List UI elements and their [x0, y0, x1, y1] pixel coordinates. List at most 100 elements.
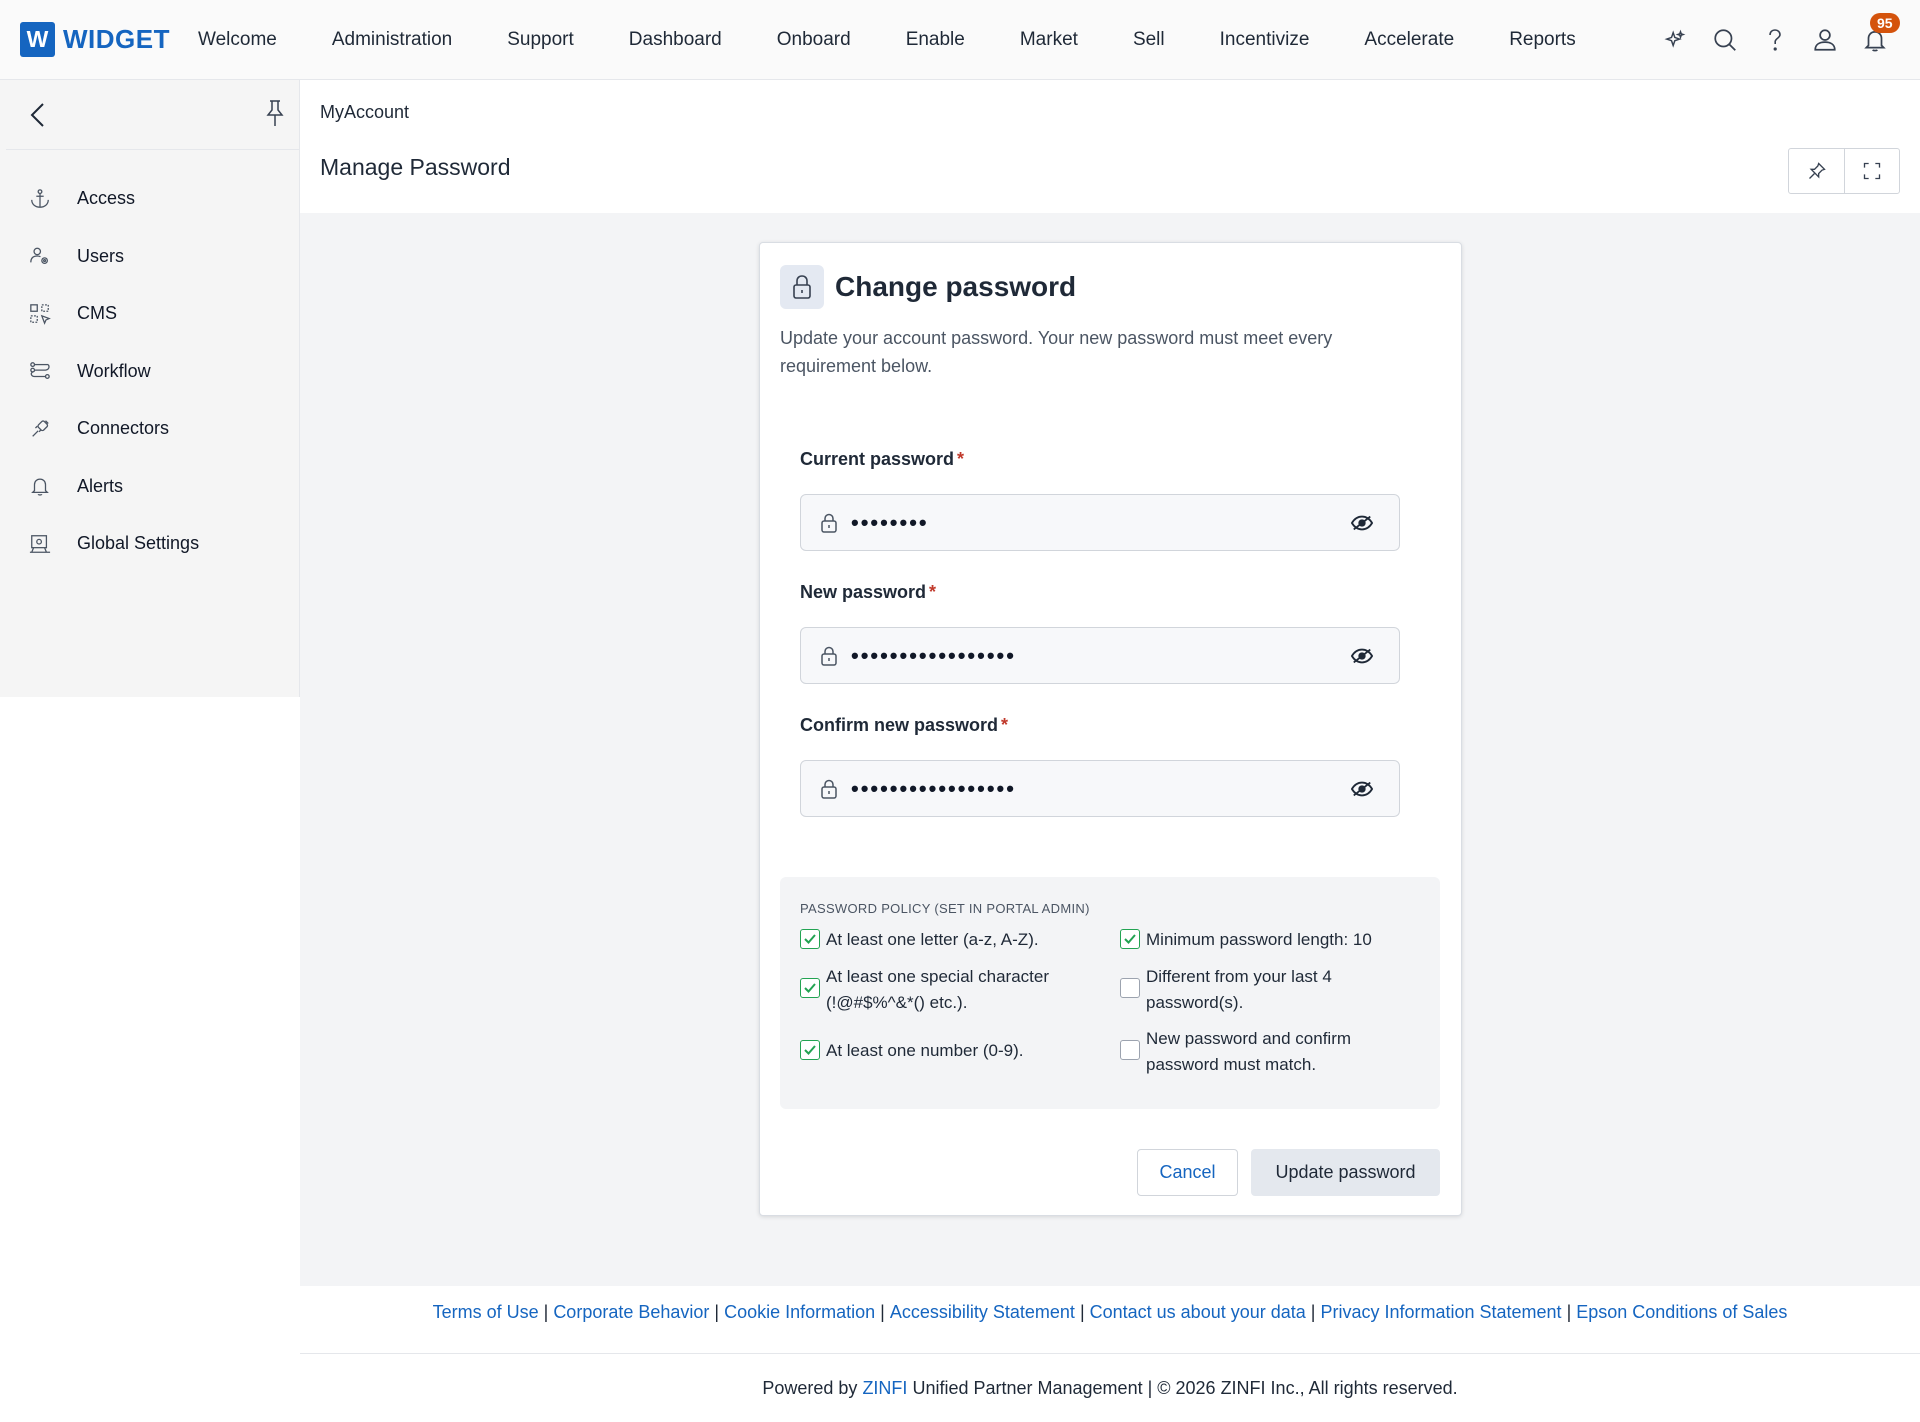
current-password-label: Current password * [800, 449, 964, 470]
update-password-button[interactable]: Update password [1251, 1149, 1440, 1196]
policy-rule-text: At least one number (0-9). [826, 1041, 1024, 1060]
sidebar-item-workflow[interactable]: Workflow [0, 343, 299, 401]
help-icon[interactable] [1760, 25, 1790, 55]
logo-text: WIDGET [63, 24, 170, 54]
sidebar-item-label: Connectors [77, 418, 170, 439]
nav-dashboard[interactable]: Dashboard [629, 29, 722, 51]
eye-off-icon[interactable] [1349, 781, 1375, 797]
sparkle-icon[interactable] [1660, 25, 1690, 55]
page-title: Manage Password [320, 154, 511, 180]
footer-link-privacy[interactable]: Privacy Information Statement [1320, 1302, 1561, 1322]
sidebar-item-global-settings[interactable]: Global Settings [0, 515, 299, 573]
sidebar: Access Users CMS Workflow Connectors Ale… [0, 80, 300, 697]
card-description: Update your account password. Your new p… [780, 328, 1333, 376]
anchor-icon [28, 187, 52, 211]
check-icon [800, 978, 820, 998]
footer-link-terms[interactable]: Terms of Use [433, 1302, 539, 1322]
sidebar-item-label: Alerts [77, 475, 124, 496]
footer-link-corporate-behavior[interactable]: Corporate Behavior [553, 1302, 709, 1322]
footer-link-accessibility[interactable]: Accessibility Statement [890, 1302, 1075, 1322]
sidebar-item-label: Workflow [77, 360, 151, 381]
powered-by-suffix: Unified Partner Management | © 2026 ZINF… [912, 1378, 1458, 1398]
nav-accelerate[interactable]: Accelerate [1364, 29, 1454, 51]
unchecked-box-icon [1120, 1040, 1140, 1060]
bell-icon[interactable]: 95 [1860, 13, 1900, 55]
sidebar-item-label: CMS [77, 303, 117, 324]
required-marker: * [929, 582, 937, 602]
field-label-text: Confirm new password [800, 715, 999, 735]
check-icon [800, 929, 820, 949]
nav-sell[interactable]: Sell [1133, 29, 1165, 51]
current-password-field[interactable]: •••••••• [800, 494, 1400, 551]
footer-link-contact-data[interactable]: Contact us about your data [1090, 1302, 1306, 1322]
field-label-text: Current password [800, 449, 955, 469]
policy-rule-text: New password and confirm password must m… [1146, 1029, 1352, 1074]
nav-incentivize[interactable]: Incentivize [1220, 29, 1310, 51]
check-icon [1120, 929, 1140, 949]
nav-enable[interactable]: Enable [906, 29, 965, 51]
policy-rule-min-length: Minimum password length: 10 [1120, 927, 1420, 953]
collapse-sidebar-button[interactable] [26, 100, 50, 135]
current-password-value: •••••••• [851, 509, 929, 535]
lock-icon [820, 779, 840, 799]
new-password-value: ••••••••••••••••• [851, 642, 1016, 668]
footer-link-conditions-of-sales[interactable]: Epson Conditions of Sales [1576, 1302, 1787, 1322]
footer-separator: | [1566, 1302, 1572, 1322]
policy-rule-letter: At least one letter (a-z, A-Z). [800, 927, 1100, 953]
header-actions [1788, 148, 1900, 194]
nav-administration[interactable]: Administration [332, 29, 452, 51]
nav-reports[interactable]: Reports [1509, 29, 1576, 51]
search-icon[interactable] [1710, 25, 1740, 55]
check-icon [800, 1040, 820, 1060]
pin-sidebar-icon[interactable] [264, 98, 286, 133]
nav-onboard[interactable]: Onboard [777, 29, 851, 51]
confirm-password-field[interactable]: ••••••••••••••••• [800, 760, 1400, 817]
policy-rule-text: At least one special character (!@#$%^&*… [826, 967, 1050, 1012]
footer-separator: | [880, 1302, 885, 1322]
breadcrumb[interactable]: MyAccount [320, 102, 409, 123]
policy-rule-text: Minimum password length: 10 [1146, 930, 1372, 949]
sidebar-item-label: Global Settings [77, 533, 200, 554]
change-password-card: Change password Update your account pass… [759, 242, 1462, 1216]
users-gear-icon [28, 244, 52, 268]
footer-separator: | [543, 1302, 549, 1322]
powered-by-brand[interactable]: ZINFI [862, 1378, 907, 1398]
fullscreen-button[interactable] [1844, 149, 1899, 193]
user-icon[interactable] [1810, 25, 1840, 55]
policy-title: PASSWORD POLICY (SET IN PORTAL ADMIN) [800, 901, 1090, 916]
sidebar-item-connectors[interactable]: Connectors [0, 400, 299, 458]
eye-off-icon[interactable] [1349, 515, 1375, 531]
brand-logo[interactable]: W WIDGET [20, 22, 170, 57]
settings-monitor-icon [28, 532, 52, 556]
page-header: MyAccount Manage Password [300, 80, 1920, 213]
unchecked-box-icon [1120, 978, 1140, 998]
sidebar-item-cms[interactable]: CMS [0, 285, 299, 343]
nav-welcome[interactable]: Welcome [198, 29, 277, 51]
sidebar-item-access[interactable]: Access [0, 170, 299, 228]
policy-rule-text: Different from your last 4 password(s). [1146, 967, 1332, 1012]
lock-icon [780, 265, 824, 309]
new-password-field[interactable]: ••••••••••••••••• [800, 627, 1400, 684]
password-policy-panel: PASSWORD POLICY (SET IN PORTAL ADMIN) At… [780, 877, 1440, 1109]
nav-support[interactable]: Support [507, 29, 574, 51]
sidebar-item-label: Access [77, 188, 136, 209]
footer-link-cookie[interactable]: Cookie Information [724, 1302, 875, 1322]
eye-off-icon[interactable] [1349, 648, 1375, 664]
workflow-icon [28, 359, 52, 383]
sidebar-item-alerts[interactable]: Alerts [0, 458, 299, 516]
cancel-button[interactable]: Cancel [1137, 1149, 1238, 1196]
policy-rule-history: Different from your last 4 password(s). [1120, 964, 1380, 1016]
powered-by-prefix: Powered by [762, 1378, 858, 1398]
field-label-text: New password [800, 582, 927, 602]
bell-icon [28, 474, 52, 498]
policy-rule-special-char: At least one special character (!@#$%^&*… [800, 964, 1080, 1016]
policy-rule-match: New password and confirm password must m… [1120, 1026, 1380, 1078]
sidebar-header [6, 80, 300, 150]
pin-page-button[interactable] [1789, 149, 1844, 193]
card-header: Change password [780, 265, 1076, 309]
top-actions: 95 [1640, 0, 1900, 80]
footer-links: Terms of Use | Corporate Behavior | Cookie I… [300, 1302, 1920, 1323]
nav-market[interactable]: Market [1020, 29, 1078, 51]
required-marker: * [1001, 715, 1009, 735]
sidebar-item-users[interactable]: Users [0, 228, 299, 286]
